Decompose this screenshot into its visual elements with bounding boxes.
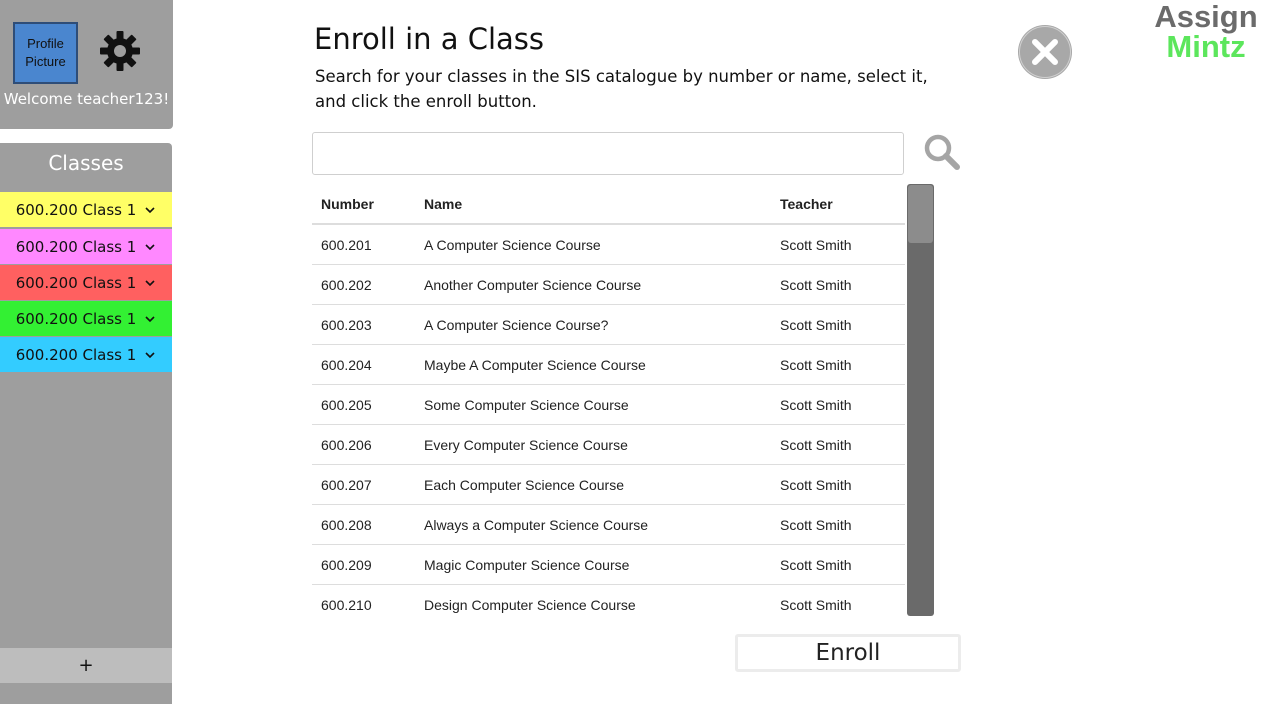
cell-name: A Computer Science Course? (415, 304, 771, 345)
cell-teacher: Scott Smith (771, 504, 905, 545)
table-row[interactable]: 600.209 Magic Computer Science Course Scot… (312, 544, 905, 585)
cell-number: 600.203 (312, 304, 415, 345)
chevron-down-icon[interactable] (144, 204, 156, 216)
cell-teacher: Scott Smith (771, 224, 905, 265)
gear-icon[interactable] (99, 30, 141, 72)
add-class-button[interactable]: + (0, 648, 172, 683)
classes-sidebar: Classes 600.200 Class 1 600.200 Class 1 60… (0, 143, 172, 704)
table-row[interactable]: 600.204 Maybe A Computer Science Course Sc… (312, 344, 905, 385)
column-header-teacher[interactable]: Teacher (771, 184, 905, 225)
logo-line1: Assign (1154, 0, 1258, 34)
instructions-text: Search for your classes in the SIS catal… (315, 67, 928, 111)
page-title: Enroll in a Class (314, 22, 545, 56)
sidebar-class-label: 600.200 Class 1 (15, 237, 137, 256)
scrollbar-thumb[interactable] (908, 185, 933, 243)
sidebar-class-item[interactable]: 600.200 Class 1 (0, 301, 172, 336)
cell-number: 600.204 (312, 344, 415, 385)
profile-panel: Profile Picture Welcome teacher123! (0, 0, 173, 129)
table-row[interactable]: 600.206 Every Computer Science Course Scot… (312, 424, 905, 465)
cell-number: 600.209 (312, 544, 415, 585)
cell-name: A Computer Science Course (415, 224, 771, 265)
cell-name: Another Computer Science Course (415, 264, 771, 305)
table-row[interactable]: 600.208 Always a Computer Science Course S… (312, 504, 905, 545)
classes-title: Classes (48, 151, 124, 175)
cell-teacher: Scott Smith (771, 424, 905, 465)
sidebar-class-item[interactable]: 600.200 Class 1 (0, 337, 172, 372)
column-header-number[interactable]: Number (312, 184, 415, 225)
column-header-name[interactable]: Name (415, 184, 771, 225)
table-row[interactable]: 600.210 Design Computer Science Course Sco… (312, 584, 905, 619)
enroll-button[interactable]: Enroll (735, 634, 961, 672)
logo-line2: Mintz (1166, 29, 1246, 64)
cell-name: Always a Computer Science Course (415, 504, 771, 545)
table-row[interactable]: 600.205 Some Computer Science Course Scott… (312, 384, 905, 425)
sidebar-class-item[interactable]: 600.200 Class 1 (0, 192, 172, 227)
cell-name: Design Computer Science Course (415, 584, 771, 619)
table-scrollbar[interactable] (907, 184, 934, 616)
table-header-row: Number Name Teacher (312, 184, 905, 225)
cell-teacher: Scott Smith (771, 344, 905, 385)
cell-name: Magic Computer Science Course (415, 544, 771, 585)
search-icon[interactable] (922, 132, 962, 172)
add-class-label: + (78, 655, 94, 676)
class-catalogue-table: Number Name Teacher 600.201 A Computer Sc… (312, 184, 905, 619)
cell-number: 600.207 (312, 464, 415, 505)
chevron-down-icon[interactable] (144, 349, 156, 361)
cell-number: 600.201 (312, 224, 415, 265)
cell-teacher: Scott Smith (771, 264, 905, 305)
cell-number: 600.205 (312, 384, 415, 425)
cell-number: 600.206 (312, 424, 415, 465)
sidebar-class-label: 600.200 Class 1 (15, 200, 137, 219)
cell-number: 600.208 (312, 504, 415, 545)
cell-name: Every Computer Science Course (415, 424, 771, 465)
table-row[interactable]: 600.202 Another Computer Science Course Sc… (312, 264, 905, 305)
table-row[interactable]: 600.203 A Computer Science Course? Scott S… (312, 304, 905, 345)
chevron-down-icon[interactable] (144, 241, 156, 253)
sidebar-class-label: 600.200 Class 1 (15, 273, 137, 292)
cell-teacher: Scott Smith (771, 544, 905, 585)
chevron-down-icon[interactable] (144, 313, 156, 325)
cell-number: 600.202 (312, 264, 415, 305)
chevron-down-icon[interactable] (144, 277, 156, 289)
close-icon[interactable] (1017, 24, 1073, 80)
profile-picture-label: Profile Picture (25, 36, 66, 69)
sidebar-class-item[interactable]: 600.200 Class 1 (0, 265, 172, 300)
cell-teacher: Scott Smith (771, 464, 905, 505)
welcome-message: Welcome teacher123! (3, 90, 170, 108)
cell-name: Some Computer Science Course (415, 384, 771, 425)
cell-name: Maybe A Computer Science Course (415, 344, 771, 385)
sidebar-class-item[interactable]: 600.200 Class 1 (0, 229, 172, 264)
app-logo: Assign Mintz (1150, 0, 1262, 64)
cell-teacher: Scott Smith (771, 584, 905, 619)
cell-teacher: Scott Smith (771, 384, 905, 425)
table-row[interactable]: 600.201 A Computer Science Course Scott Sm… (312, 224, 905, 265)
profile-picture[interactable]: Profile Picture (13, 22, 78, 84)
sidebar-class-label: 600.200 Class 1 (15, 345, 137, 364)
table-row[interactable]: 600.207 Each Computer Science Course Scott… (312, 464, 905, 505)
search-input[interactable] (312, 132, 904, 175)
cell-number: 600.210 (312, 584, 415, 619)
cell-name: Each Computer Science Course (415, 464, 771, 505)
sidebar-class-label: 600.200 Class 1 (15, 309, 137, 328)
cell-teacher: Scott Smith (771, 304, 905, 345)
